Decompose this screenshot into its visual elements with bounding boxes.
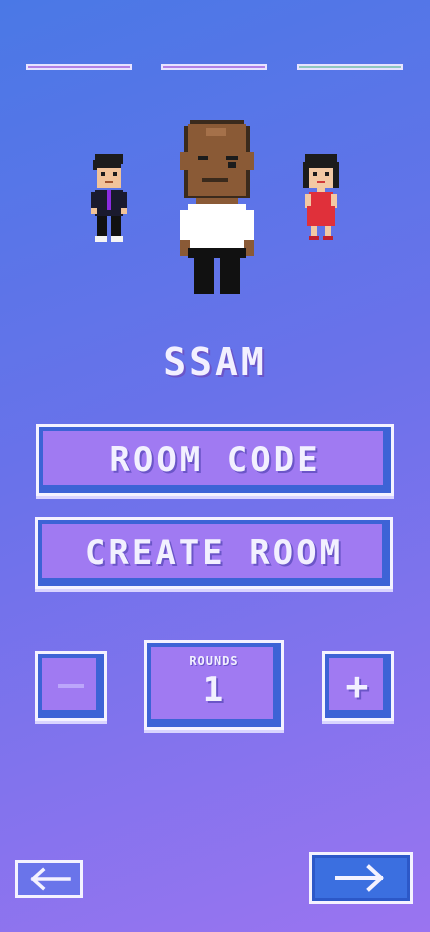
character-option-right[interactable] — [298, 150, 344, 244]
arrow-right-icon — [335, 864, 384, 892]
room-code-label: ROOM CODE — [109, 440, 321, 480]
progress-step-2 — [161, 64, 267, 70]
next-button[interactable] — [309, 852, 413, 904]
minus-icon — [58, 684, 84, 688]
decrease-rounds-button[interactable] — [35, 651, 107, 721]
plus-icon: + — [345, 664, 371, 708]
room-code-button[interactable]: ROOM CODE — [36, 424, 394, 496]
rounds-value: 1 — [202, 670, 226, 710]
character-bald-man-avatar — [180, 120, 254, 294]
rounds-display: ROUNDS 1 — [144, 640, 284, 730]
increase-rounds-button[interactable]: + — [322, 651, 394, 721]
player-name: SSAM — [163, 340, 267, 384]
character-man-suit-avatar — [91, 154, 127, 242]
back-button[interactable] — [15, 860, 83, 898]
progress-step-1 — [26, 64, 132, 70]
character-woman-red-dress-avatar — [303, 154, 339, 240]
character-option-left[interactable] — [86, 150, 132, 244]
arrow-left-icon — [30, 867, 71, 891]
create-room-button[interactable]: CREATE ROOM — [35, 517, 393, 589]
character-selected-center[interactable] — [176, 118, 258, 296]
progress-step-3 — [297, 64, 403, 70]
rounds-label: ROUNDS — [189, 654, 239, 668]
create-room-label: CREATE ROOM — [84, 533, 344, 573]
